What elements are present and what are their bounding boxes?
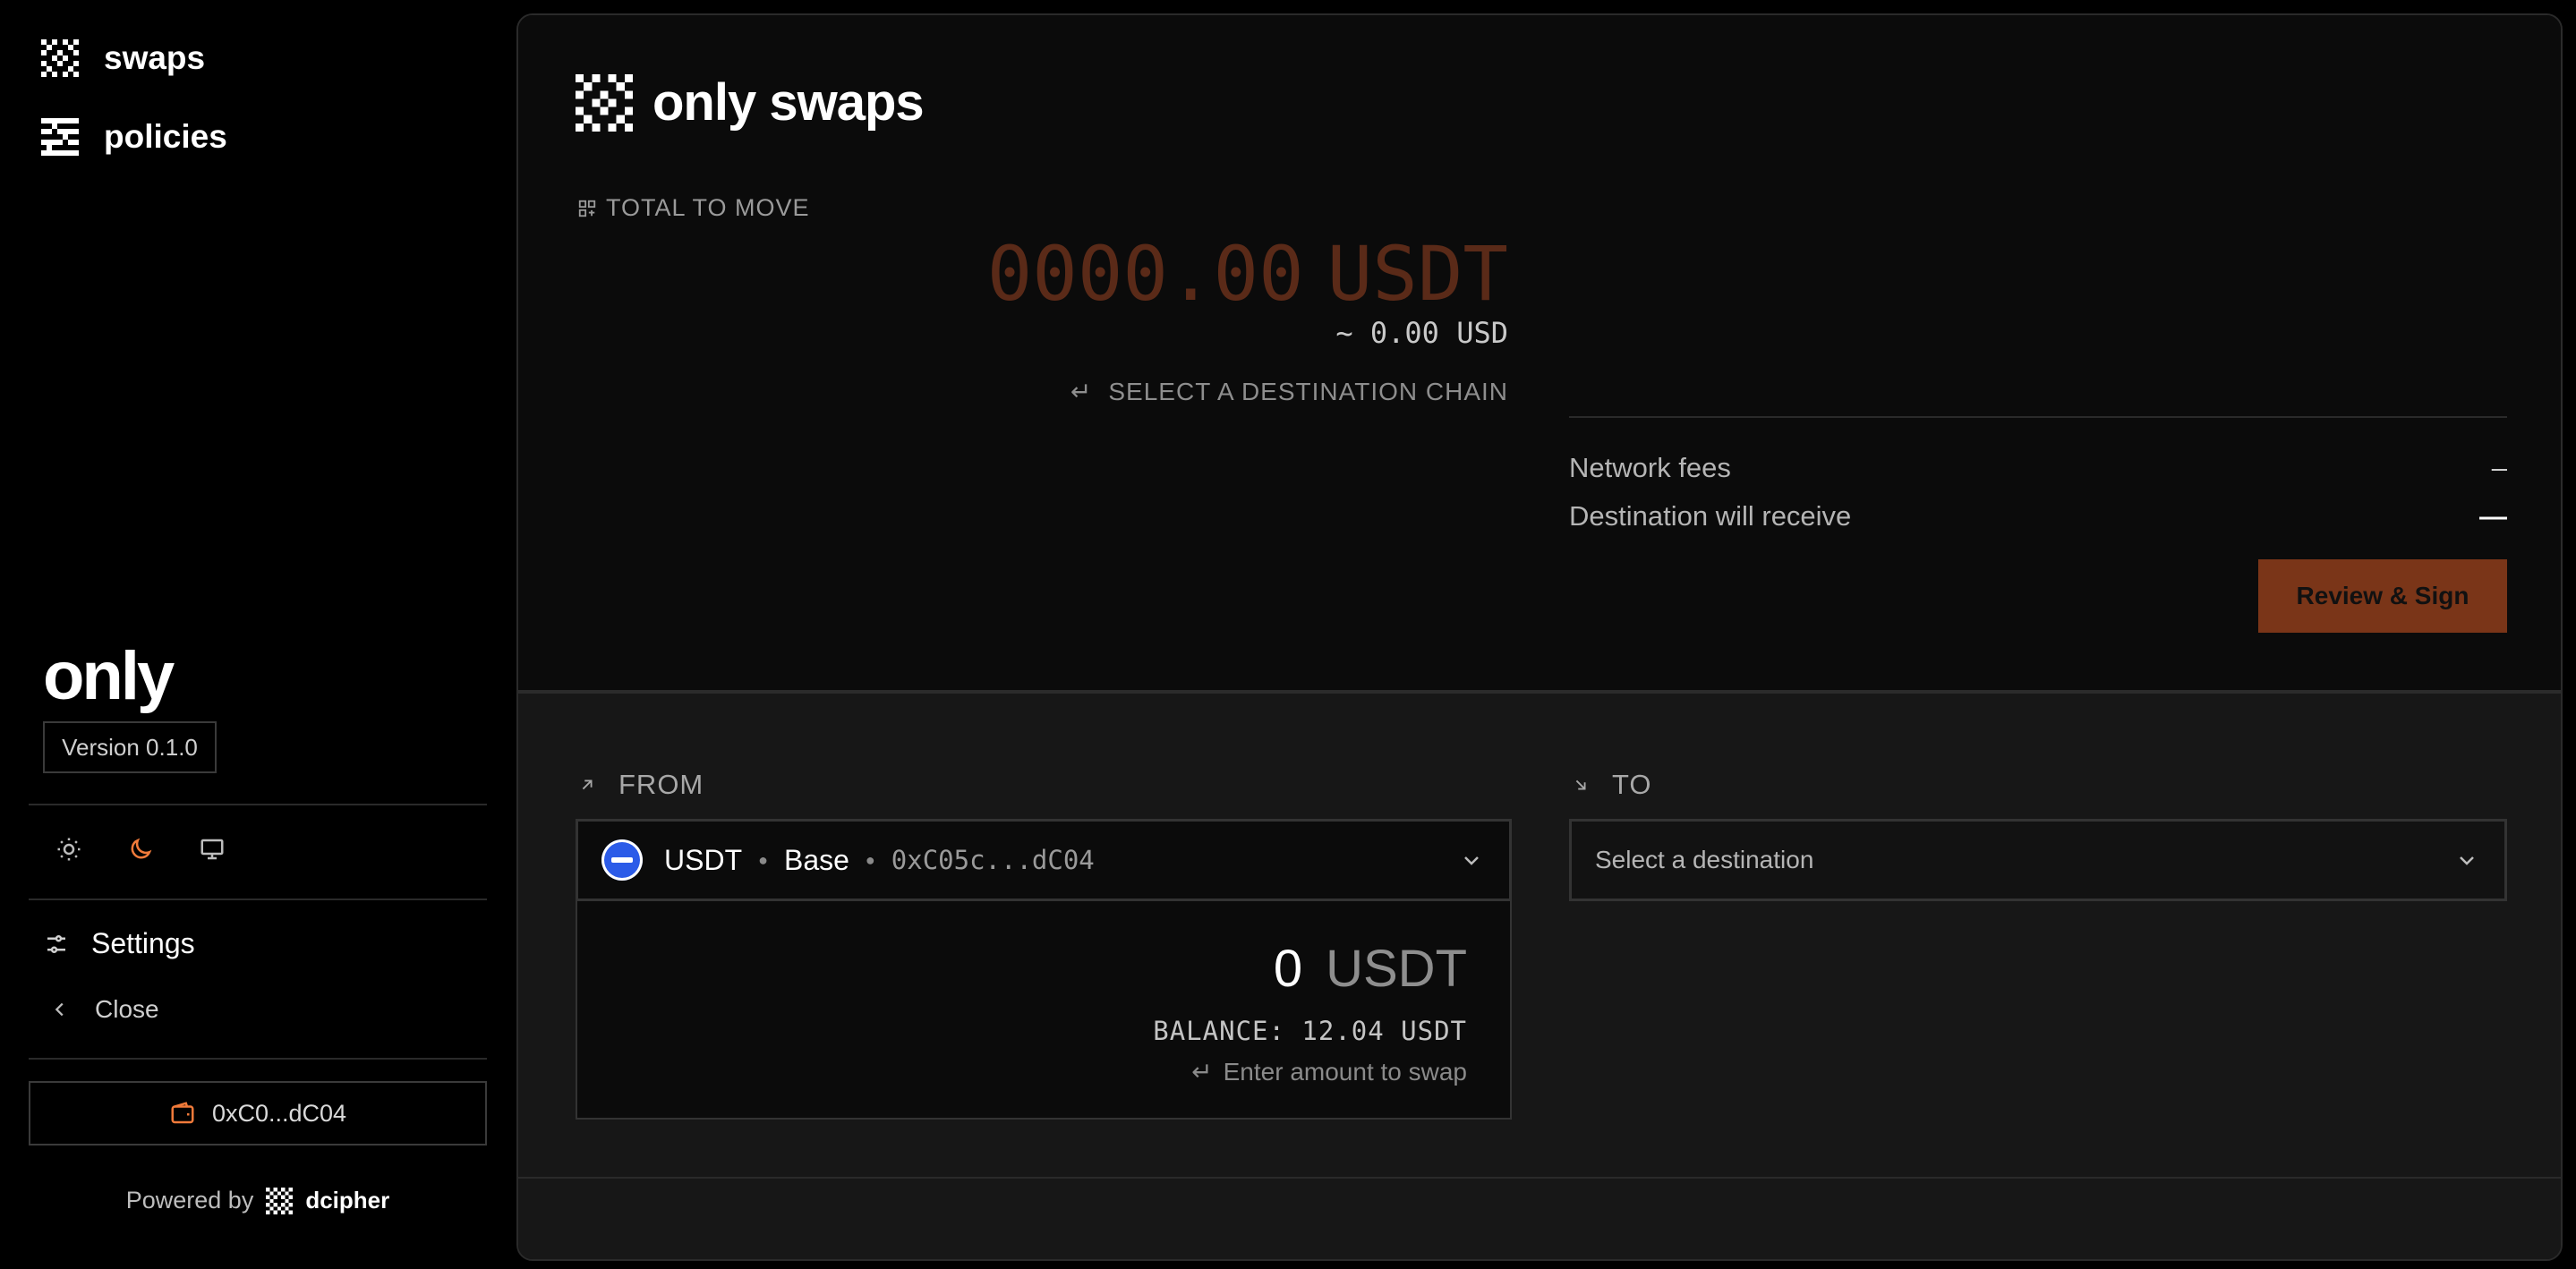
destination-hint: ↵ SELECT A DESTINATION CHAIN	[1070, 377, 1508, 406]
separator-dot: ●	[758, 850, 768, 869]
page-title: only swaps	[576, 72, 925, 132]
amount-currency: USDT	[1326, 940, 1467, 998]
settings-button[interactable]: Settings	[43, 927, 195, 960]
nav-item-policies[interactable]: policies	[41, 118, 227, 156]
sidebar-divider	[29, 1058, 487, 1060]
enter-amount-hint: ↵ Enter amount to swap	[1191, 1057, 1467, 1086]
light-theme-icon[interactable]	[55, 836, 82, 863]
nav-label-swaps: swaps	[104, 39, 206, 76]
total-amount-value: 0000.00	[986, 230, 1304, 318]
destination-hint-text: SELECT A DESTINATION CHAIN	[1108, 377, 1508, 405]
total-amount-currency: USDT	[1326, 230, 1508, 318]
swaps-grid-icon	[41, 39, 79, 77]
powered-by-brand: dcipher	[305, 1187, 390, 1214]
wallet-address: 0xC0...dC04	[211, 1099, 347, 1127]
from-label-text: FROM	[618, 769, 704, 800]
amount-value: 0	[1273, 940, 1303, 998]
swaps-grid-icon	[576, 73, 633, 132]
arrow-up-right-icon	[582, 779, 593, 790]
wallet-button[interactable]: 0xC0...dC04	[29, 1081, 487, 1146]
chevron-left-icon	[55, 1002, 64, 1017]
destination-receive-label: Destination will receive	[1569, 500, 1852, 532]
system-theme-icon[interactable]	[199, 836, 226, 863]
main-panel: only swaps TOTAL TO MOVE 0000.00 USDT ~ …	[516, 13, 2563, 1261]
balance-text: BALANCE: 12.04 USDT	[1153, 1016, 1467, 1046]
destination-receive-value: —	[2479, 500, 2507, 532]
sidebar-divider	[29, 804, 487, 805]
enter-return-icon: ↵	[1191, 1058, 1213, 1086]
to-label: TO	[1571, 769, 1652, 801]
review-sign-button[interactable]: Review & Sign	[2258, 559, 2507, 633]
fees-divider	[1569, 416, 2507, 418]
close-sidebar-button[interactable]: Close	[50, 995, 159, 1024]
separator-dot: ●	[865, 850, 875, 869]
from-token-name: USDT	[664, 843, 743, 876]
enter-amount-hint-text: Enter amount to swap	[1223, 1057, 1467, 1086]
wallet-icon	[171, 1102, 194, 1124]
amount-display: 0 USDT	[1274, 939, 1467, 999]
from-address: 0xC05c...dC04	[891, 845, 1095, 875]
swap-form-section: FROM TO USDT ● Base ● 0xC05c...dC04 Sele…	[518, 690, 2561, 1259]
network-fees-label: Network fees	[1569, 452, 1731, 483]
usdt-token-icon	[601, 839, 643, 881]
usd-estimate: ~ 0.00 USD	[1335, 316, 1508, 350]
from-token-select[interactable]: USDT ● Base ● 0xC05c...dC04	[576, 819, 1512, 901]
destination-placeholder: Select a destination	[1595, 846, 1814, 873]
total-amount: 0000.00 USDT	[987, 230, 1508, 318]
dcipher-logo-icon	[266, 1187, 294, 1214]
powered-by: Powered by dcipher	[0, 1187, 516, 1214]
enter-return-icon: ↵	[1070, 378, 1093, 405]
total-label-text: TOTAL TO MOVE	[606, 194, 810, 221]
summary-section: only swaps TOTAL TO MOVE 0000.00 USDT ~ …	[518, 15, 2561, 690]
version-badge: Version 0.1.0	[43, 721, 217, 773]
nav-label-policies: policies	[104, 118, 227, 155]
sidebar-divider	[29, 899, 487, 900]
policies-icon	[41, 118, 79, 156]
from-chain-name: Base	[783, 843, 849, 876]
total-icon	[578, 200, 596, 217]
brand-logo: only	[43, 638, 175, 714]
network-fees-value: –	[2491, 452, 2507, 483]
theme-switcher	[55, 836, 226, 863]
close-label: Close	[95, 995, 159, 1023]
chevron-down-icon	[1464, 856, 1479, 865]
destination-select[interactable]: Select a destination	[1569, 819, 2507, 901]
settings-sliders-icon	[47, 934, 65, 953]
amount-input[interactable]: 0 USDT BALANCE: 12.04 USDT ↵ Enter amoun…	[576, 901, 1512, 1120]
page-title-text: only swaps	[653, 73, 925, 132]
destination-receive-row: Destination will receive —	[1569, 500, 2507, 532]
footer-divider	[518, 1177, 2561, 1179]
network-fees-row: Network fees –	[1569, 452, 2507, 484]
sidebar: swaps policies only Version 0.1.0 Settin…	[0, 0, 516, 1269]
nav-item-swaps[interactable]: swaps	[41, 39, 205, 77]
total-to-move-label: TOTAL TO MOVE	[577, 194, 810, 222]
to-label-text: TO	[1612, 769, 1652, 800]
dark-theme-icon[interactable]	[127, 836, 154, 863]
powered-by-label: Powered by	[125, 1187, 254, 1214]
chevron-down-icon	[2460, 856, 2474, 865]
settings-label: Settings	[91, 927, 195, 959]
arrow-down-right-icon	[1575, 779, 1586, 790]
from-label: FROM	[577, 769, 704, 801]
